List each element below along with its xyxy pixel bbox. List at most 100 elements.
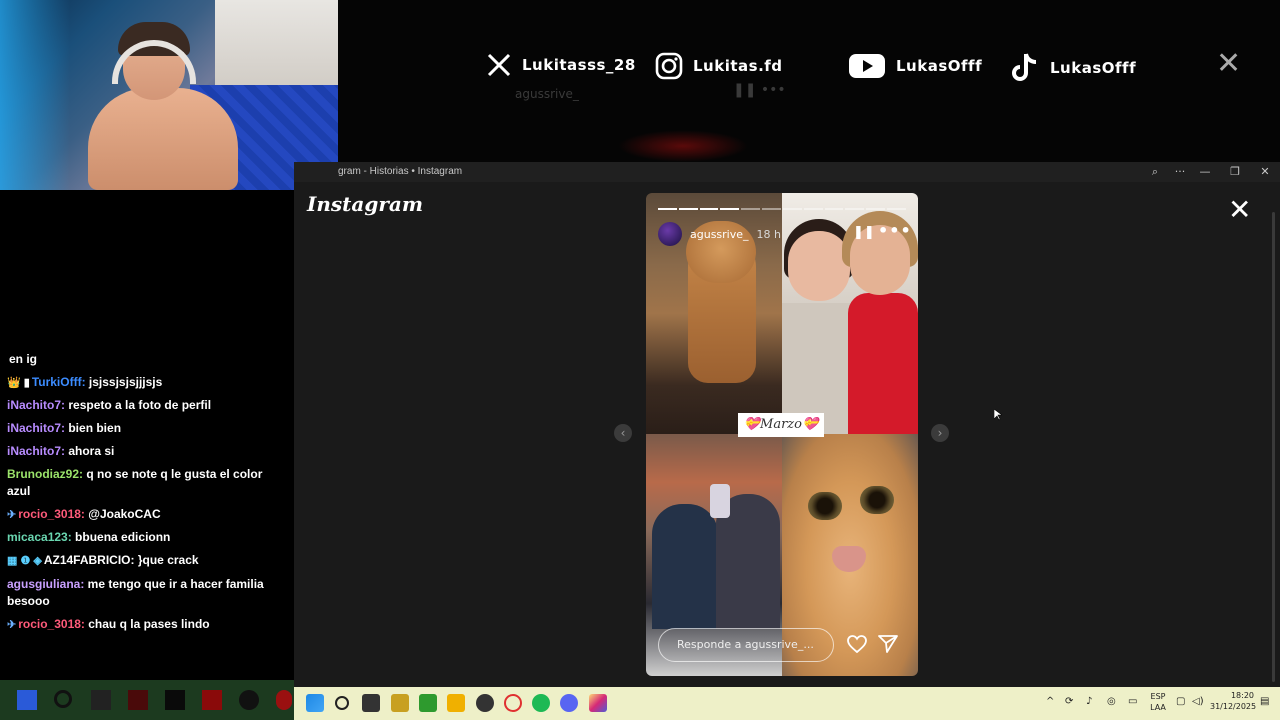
window-title: gram - Historias • Instagram	[338, 166, 463, 177]
search-icon[interactable]	[335, 696, 349, 710]
story-close-button[interactable]: ✕	[1228, 196, 1251, 224]
background-story-controls: ❚❚ •••	[733, 82, 786, 98]
story-progress-segment	[845, 208, 865, 210]
instagram-logo[interactable]: Instagram	[307, 192, 423, 216]
send-icon[interactable]	[878, 635, 898, 657]
app-icon[interactable]	[239, 690, 259, 710]
story-time: 18 h	[756, 227, 781, 241]
instagram-handle: Lukitas.fd	[693, 57, 783, 75]
chat-text: jsjssjsjsjjjsjs	[85, 375, 163, 389]
mouse-cursor-icon	[993, 406, 1003, 425]
story-viewer[interactable]: 💝Marzo💝 agussrive_ 18 h ❚❚ ••• Responde …	[646, 193, 918, 676]
story-progress-segment	[762, 208, 781, 210]
chat-message: ▦ ❶ ◈ AZ14FABRICIO: }que crack	[7, 552, 282, 570]
search-icon[interactable]	[54, 690, 72, 708]
volume-icon[interactable]: ◁)	[1192, 696, 1204, 707]
webcam-person	[88, 88, 238, 190]
reply-input[interactable]: Responde a agussrive_...	[658, 628, 834, 662]
discord-icon[interactable]	[560, 694, 578, 712]
story-username[interactable]: agussrive_	[690, 228, 749, 241]
chat-username: agusgiuliana:	[7, 577, 85, 591]
chat-username: iNachito7:	[7, 444, 66, 458]
tiktok-handle: LukasOfff	[1050, 59, 1137, 77]
app-icon[interactable]	[391, 694, 409, 712]
youtube-handle: LukasOfff	[896, 57, 983, 75]
sync-icon[interactable]: ⟳	[1065, 696, 1073, 707]
more-options-icon[interactable]: ···	[1168, 164, 1192, 180]
app-icon[interactable]	[128, 690, 148, 710]
social-x: Lukitasss_28	[486, 52, 636, 78]
windows-start-icon[interactable]	[306, 694, 324, 712]
spotify-icon[interactable]	[532, 694, 550, 712]
instagram-icon[interactable]	[589, 694, 607, 712]
app-icon[interactable]	[165, 690, 185, 710]
clock-time: 18:20	[1230, 691, 1254, 700]
chat-message: agusgiuliana: me tengo que ir a hacer fa…	[7, 576, 282, 610]
chat-text: bien bien	[65, 421, 122, 435]
chat-message: iNachito7: ahora si	[7, 443, 282, 460]
language-indicator[interactable]: ESP LAA	[1148, 691, 1168, 713]
story-progress	[658, 208, 906, 210]
opera-icon[interactable]	[504, 694, 522, 712]
more-icon[interactable]: •••	[878, 221, 912, 240]
x-icon	[486, 52, 512, 78]
story-progress-segment	[678, 208, 698, 210]
avatar[interactable]	[658, 222, 682, 246]
chat-message: micaca123: bbuena edicionn	[7, 529, 282, 546]
scrollbar-thumb[interactable]	[1272, 212, 1275, 682]
story-progress-segment	[741, 208, 761, 210]
social-tiktok: LukasOfff	[1010, 52, 1136, 84]
scrollbar[interactable]	[1269, 212, 1277, 684]
instagram-window: gram - Historias • Instagram ⌕ ··· — ❐ ✕…	[294, 162, 1280, 687]
chat-message: iNachito7: bien bien	[7, 420, 282, 437]
file-explorer-icon[interactable]	[447, 694, 465, 712]
chat-message: ✈ rocio_3018: @JoakoCAC	[7, 506, 282, 524]
story-progress-segment	[866, 208, 886, 210]
chat-badges: 👑 ▮	[7, 377, 30, 389]
keyboard-icon[interactable]: ▭	[1128, 696, 1137, 707]
chat-message: en ig	[9, 352, 38, 366]
pause-icon[interactable]: ❚❚	[853, 225, 875, 240]
chat-text: }que crack	[134, 553, 199, 567]
taskbar: ^ ⟳ ♪ ◎ ▭ ESP LAA ▢ ◁) 18:20 31/12/2025 …	[294, 687, 1280, 720]
story-progress-segment	[699, 208, 719, 210]
tiktok-icon	[1010, 52, 1040, 84]
minecraft-icon[interactable]	[419, 694, 437, 712]
network-icon[interactable]: ◎	[1107, 696, 1116, 707]
previous-story-button[interactable]: ‹	[614, 424, 632, 442]
window-titlebar: gram - Historias • Instagram ⌕ ··· — ❐ ✕	[294, 162, 1280, 182]
microphone-icon[interactable]: ♪	[1086, 696, 1092, 707]
story-header: agussrive_ 18 h	[658, 222, 781, 246]
app-icon[interactable]	[202, 690, 222, 710]
story-progress-segment	[887, 208, 906, 210]
windows-start-icon[interactable]	[17, 690, 37, 710]
notification-icon[interactable]: ▤	[1260, 696, 1269, 707]
chat-text: ahora si	[65, 444, 115, 458]
restore-button[interactable]: ❐	[1223, 164, 1247, 180]
chat-text: chau q la pases lindo	[84, 617, 210, 631]
task-view-icon[interactable]	[91, 690, 111, 710]
heart-icon[interactable]	[847, 635, 867, 657]
next-story-button[interactable]: ›	[931, 424, 949, 442]
story-progress-segment	[658, 208, 677, 210]
chat-username: micaca123:	[7, 530, 72, 544]
task-view-icon[interactable]	[362, 694, 380, 712]
minimize-button[interactable]: —	[1193, 164, 1217, 180]
chat-username: iNachito7:	[7, 398, 66, 412]
social-youtube: LukasOfff	[848, 52, 982, 80]
story-progress-segment	[782, 208, 802, 210]
chevron-up-icon[interactable]: ^	[1046, 696, 1054, 707]
window-close-button[interactable]: ✕	[1253, 164, 1277, 180]
webcam-led-glow	[0, 0, 70, 190]
app-icon[interactable]	[476, 694, 494, 712]
social-handles-bar: agussrive_ ❚❚ ••• Lukitasss_28 Lukitas.f…	[338, 0, 1280, 162]
social-instagram: Lukitas.fd	[655, 52, 783, 80]
wifi-icon[interactable]: ▢	[1176, 696, 1185, 707]
chat-username: iNachito7:	[7, 421, 66, 435]
app-icon[interactable]	[276, 690, 292, 710]
background-story-blur	[618, 130, 748, 162]
zoom-icon[interactable]: ⌕	[1143, 164, 1167, 180]
chat-username: rocio_3018:	[18, 507, 85, 521]
stream-chat: en ig 👑 ▮ TurkiOfff: jsjssjsjsjjjsjs iNa…	[0, 190, 294, 680]
clock[interactable]: 18:20 31/12/2025	[1210, 690, 1256, 712]
